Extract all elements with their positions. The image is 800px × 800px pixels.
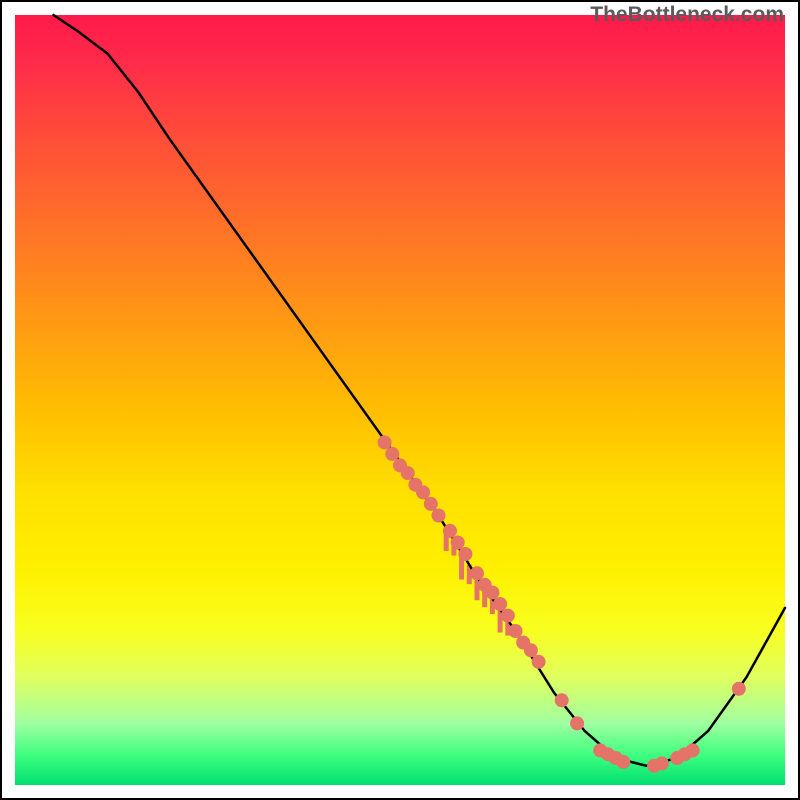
data-point xyxy=(424,497,438,511)
data-point xyxy=(458,547,472,561)
data-point xyxy=(732,682,746,696)
data-point xyxy=(555,693,569,707)
data-point xyxy=(532,655,546,669)
data-point xyxy=(655,756,669,770)
data-point xyxy=(570,716,584,730)
data-point xyxy=(378,435,392,449)
data-point xyxy=(524,643,538,657)
data-point xyxy=(509,624,523,638)
data-point xyxy=(416,485,430,499)
data-point xyxy=(451,536,465,550)
plot-area xyxy=(15,15,785,785)
data-point xyxy=(470,566,484,580)
data-point xyxy=(432,509,446,523)
data-point xyxy=(501,609,515,623)
watermark-text: TheBottleneck.com xyxy=(590,3,784,27)
chart-svg xyxy=(15,15,785,785)
data-point xyxy=(385,447,399,461)
data-point xyxy=(686,743,700,757)
data-point xyxy=(485,586,499,600)
data-point xyxy=(616,755,630,769)
bottleneck-curve xyxy=(54,15,786,766)
data-point xyxy=(443,524,457,538)
chart-container: TheBottleneck.com xyxy=(0,0,800,800)
data-point xyxy=(401,466,415,480)
data-point xyxy=(493,597,507,611)
scatter-points-group xyxy=(378,435,746,772)
